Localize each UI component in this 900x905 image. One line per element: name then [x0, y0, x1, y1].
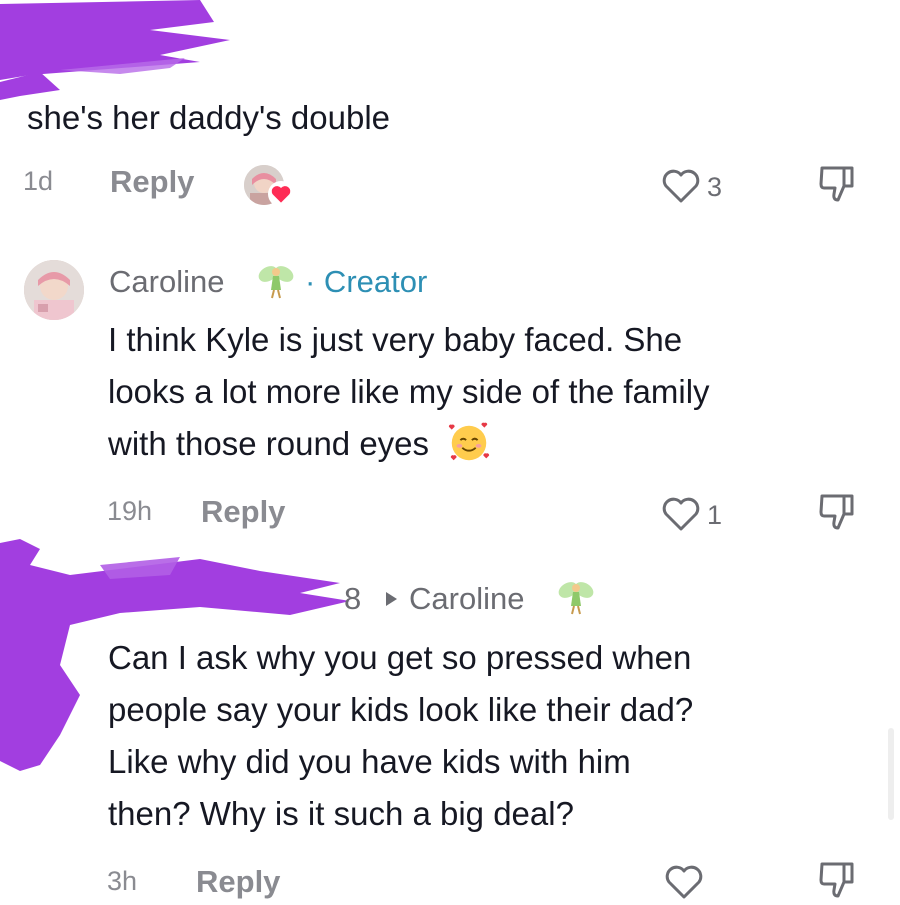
reply-button[interactable]: Reply — [201, 494, 285, 530]
commenter-avatar[interactable] — [24, 260, 84, 320]
smiling-hearts-emoji-icon — [449, 422, 490, 461]
like-button[interactable]: 1 — [661, 494, 741, 534]
commenter-name-suffix[interactable]: 8 — [344, 581, 361, 617]
comment-text-line: I think Kyle is just very baby faced. Sh… — [108, 321, 683, 358]
comment-time: 1d — [23, 166, 54, 196]
comment-time: 3h — [107, 866, 138, 896]
dislike-icon — [819, 166, 854, 202]
reply-button[interactable]: Reply — [110, 164, 194, 200]
like-button[interactable] — [664, 862, 714, 902]
heart-outline-icon — [665, 865, 703, 899]
heart-badge-icon — [268, 181, 294, 207]
dislike-button[interactable] — [818, 164, 856, 209]
comment-text-line: Like why did you have kids with him — [108, 743, 631, 780]
play-arrow-icon — [386, 592, 397, 606]
comment-text-line: Can I ask why you get so pressed when — [108, 639, 692, 676]
creator-liked-indicator — [244, 163, 294, 207]
comment-time: 19h — [107, 496, 153, 526]
commenter-name[interactable]: Caroline — [109, 264, 224, 300]
dislike-button[interactable] — [818, 860, 856, 905]
dislike-button[interactable] — [818, 492, 856, 537]
dislike-icon — [819, 862, 854, 898]
scrollbar[interactable] — [888, 728, 894, 820]
reply-button[interactable]: Reply — [196, 864, 280, 900]
comment-text-line: then? Why is it such a big deal? — [108, 795, 574, 832]
comment-text-line: people say your kids look like their dad… — [108, 691, 694, 728]
comment-text-line: with those round eyes — [108, 418, 492, 470]
like-count: 3 — [707, 172, 723, 202]
comment-text-line: looks a lot more like my side of the fam… — [108, 373, 710, 410]
fairy-emoji-icon — [558, 582, 594, 615]
comment-text: she's her daddy's double — [27, 99, 391, 136]
heart-outline-icon — [662, 497, 700, 531]
heart-outline-icon — [662, 169, 700, 203]
like-count: 1 — [707, 500, 723, 530]
like-button[interactable]: 3 — [661, 166, 741, 206]
fairy-emoji-icon — [258, 266, 294, 299]
dislike-icon — [819, 494, 854, 530]
creator-badge: · Creator — [305, 264, 428, 299]
comment-text-span: with those round eyes — [108, 425, 430, 462]
reply-to-name[interactable]: Caroline — [409, 581, 524, 617]
